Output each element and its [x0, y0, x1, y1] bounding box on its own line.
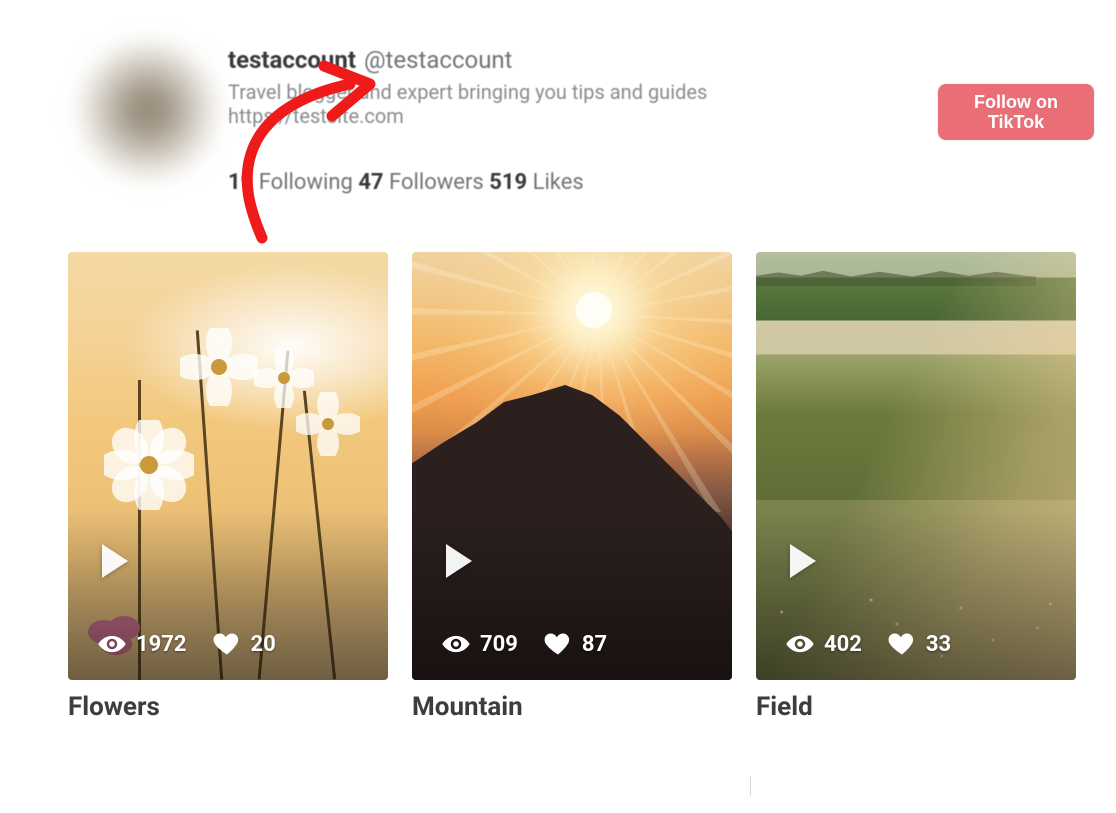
profile-header: testaccount @testaccount Travel blogger …	[0, 0, 1116, 210]
follow-on-tiktok-button[interactable]: Follow on TikTok	[938, 84, 1094, 140]
profile-stats: 19 Following 47 Followers 519 Likes	[228, 170, 1048, 196]
video-title: Mountain	[412, 692, 732, 722]
following-label: Following	[259, 170, 353, 195]
likes-count: 519	[489, 170, 527, 195]
likes-value: 87	[582, 632, 607, 657]
views-value: 402	[824, 632, 862, 657]
eye-icon	[786, 630, 814, 658]
views-value: 709	[480, 632, 518, 657]
video-title: Field	[756, 692, 1076, 722]
likes-stat: 87	[544, 630, 607, 658]
likes-label: Likes	[533, 170, 584, 195]
video-title: Flowers	[68, 692, 388, 722]
following-count: 19	[228, 170, 253, 195]
video-thumbnail[interactable]: 402 33	[756, 252, 1076, 680]
heart-icon	[544, 630, 572, 658]
heart-icon	[213, 630, 241, 658]
bio-link[interactable]: https://testsite.com	[228, 104, 404, 128]
profile-info: testaccount @testaccount Travel blogger …	[228, 40, 1048, 196]
display-name: testaccount	[228, 46, 356, 74]
video-stats: 402 33	[786, 630, 951, 658]
views-value: 1972	[136, 632, 187, 657]
avatar[interactable]	[78, 40, 218, 180]
video-thumbnail[interactable]: 1972 20	[68, 252, 388, 680]
video-card: 402 33 Field	[756, 252, 1076, 722]
video-stats: 1972 20	[98, 630, 276, 658]
handle: @testaccount	[364, 46, 513, 74]
eye-icon	[98, 630, 126, 658]
likes-stat: 20	[213, 630, 276, 658]
followers-count: 47	[358, 170, 383, 195]
heart-icon	[888, 630, 916, 658]
eye-icon	[442, 630, 470, 658]
likes-value: 33	[926, 632, 951, 657]
views-stat: 1972	[98, 630, 187, 658]
video-stats: 709 87	[442, 630, 607, 658]
video-thumbnail[interactable]: 709 87	[412, 252, 732, 680]
views-stat: 709	[442, 630, 518, 658]
play-icon	[102, 544, 128, 578]
avatar-container	[68, 40, 228, 180]
video-grid: 1972 20 Flowers 709	[0, 210, 1116, 722]
likes-stat: 33	[888, 630, 951, 658]
video-card: 709 87 Mountain	[412, 252, 732, 722]
profile-bio: Travel blogger and expert bringing you t…	[228, 80, 788, 128]
play-icon	[446, 544, 472, 578]
video-card: 1972 20 Flowers	[68, 252, 388, 722]
play-icon	[790, 544, 816, 578]
followers-label: Followers	[389, 170, 484, 195]
likes-value: 20	[251, 632, 276, 657]
bio-line-1: Travel blogger and expert bringing you t…	[228, 80, 707, 104]
views-stat: 402	[786, 630, 862, 658]
profile-name-line: testaccount @testaccount	[228, 46, 1048, 74]
divider	[750, 776, 751, 796]
